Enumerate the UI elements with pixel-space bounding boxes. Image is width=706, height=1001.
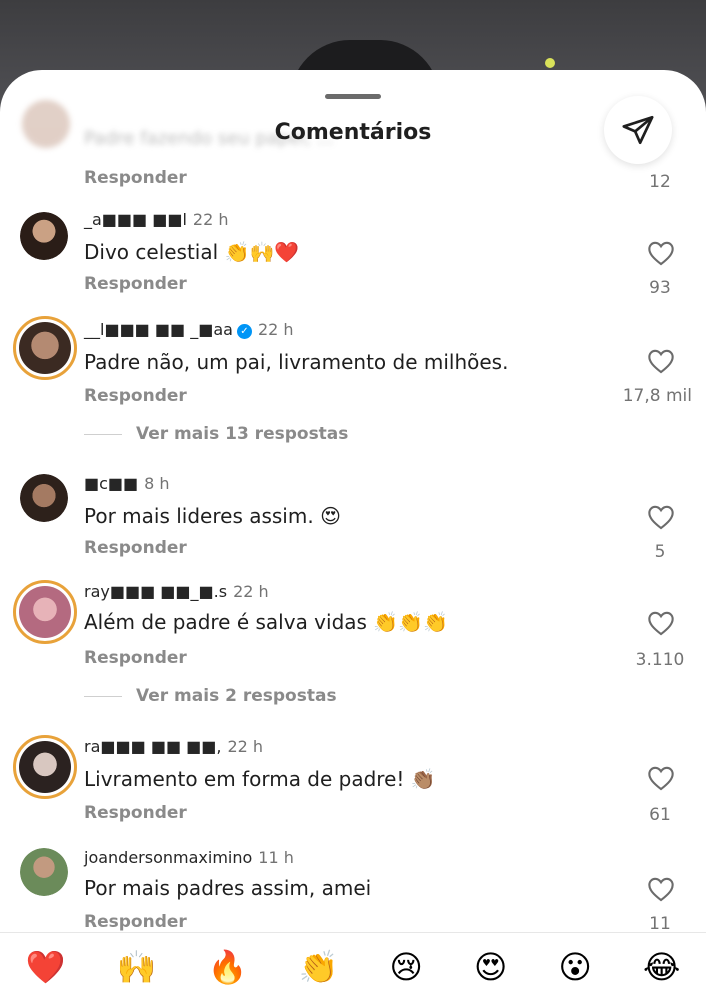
heart-outline-icon[interactable]	[647, 610, 675, 636]
heart-outline-icon[interactable]	[647, 876, 675, 902]
like-count: 93	[649, 278, 671, 298]
comment-time: 22 h	[192, 210, 229, 229]
comment-text: Padre não, um pai, livramento de milhões…	[84, 350, 509, 374]
avatar[interactable]	[13, 316, 77, 380]
reaction-cry-emoji[interactable]: 😢	[390, 948, 423, 986]
reaction-fire-emoji[interactable]: 🔥	[208, 948, 248, 986]
heart-outline-icon[interactable]	[647, 348, 675, 374]
comment-text: Além de padre é salva vidas 👏👏👏	[84, 610, 449, 634]
verified-badge-icon: ✓	[236, 324, 252, 339]
comment-time: 11 h	[258, 848, 294, 867]
paper-plane-icon	[622, 115, 654, 145]
heart-outline-icon[interactable]	[647, 504, 675, 530]
reply-button[interactable]: Responder	[84, 274, 187, 294]
like-count: 11	[649, 914, 671, 934]
like-count: 61	[649, 805, 671, 825]
like-count: 12	[649, 172, 671, 192]
avatar[interactable]	[20, 848, 68, 896]
comment-username[interactable]: __l■■■ ■■ _■aa	[84, 320, 233, 339]
sheet-title: Comentários	[274, 120, 432, 145]
reply-button[interactable]: Responder	[84, 648, 187, 668]
reaction-surprised-emoji[interactable]: 😮	[559, 948, 592, 986]
comment-text: Por mais padres assim, amei	[84, 876, 372, 900]
sheet-drag-handle[interactable]	[325, 94, 381, 99]
comment-time: 22 h	[233, 582, 269, 601]
video-background-dot	[545, 58, 555, 68]
reaction-laugh-emoji[interactable]: 😂	[643, 948, 680, 986]
avatar[interactable]	[20, 474, 68, 522]
avatar[interactable]	[13, 735, 77, 799]
comment-text: Divo celestial 👏🙌❤️	[84, 240, 300, 264]
reaction-bar: ❤️ 🙌 🔥 👏 😢 😍 😮 😂	[0, 932, 706, 1001]
view-more-replies-label: Ver mais 2 respostas	[136, 686, 337, 706]
heart-outline-icon[interactable]	[647, 240, 675, 266]
reply-button[interactable]: Responder	[84, 538, 187, 558]
view-more-replies-label: Ver mais 13 respostas	[136, 424, 349, 444]
comment-username[interactable]: ra■■■ ■■ ■■,	[84, 737, 221, 756]
like-count: 5	[654, 542, 666, 562]
view-more-replies[interactable]: Ver mais 13 respostas	[84, 424, 348, 444]
reaction-heart-eyes-emoji[interactable]: 😍	[474, 948, 507, 986]
reply-button[interactable]: Responder	[84, 912, 187, 932]
comment-text: Por mais lideres assim. 😍	[84, 504, 341, 528]
comment-username[interactable]: ray■■■ ■■_■.s	[84, 582, 227, 601]
avatar[interactable]	[13, 580, 77, 644]
reply-button[interactable]: Responder	[84, 803, 187, 823]
comment-time: 8 h	[144, 474, 170, 493]
share-button[interactable]	[604, 96, 672, 164]
view-more-replies[interactable]: Ver mais 2 respostas	[84, 686, 337, 706]
comment-time: 22 h	[227, 737, 264, 756]
comment-username[interactable]: _a■■■ ■■l	[84, 210, 187, 229]
comment-username[interactable]: joandersonmaximino	[84, 848, 252, 867]
reaction-clap-emoji[interactable]: 👏	[299, 948, 339, 986]
heart-outline-icon[interactable]	[647, 765, 675, 791]
comment-time: 22 h	[257, 320, 294, 339]
reply-button[interactable]: Responder	[84, 168, 187, 188]
like-count: 3.110	[635, 650, 685, 670]
like-count: 17,8 mil	[622, 386, 692, 406]
comment-username[interactable]: ■c■■	[84, 474, 138, 493]
comment-text: Livramento em forma de padre! 👏🏽	[84, 767, 436, 791]
reaction-raised-hands-emoji[interactable]: 🙌	[117, 948, 157, 986]
avatar[interactable]	[20, 212, 68, 260]
reaction-heart-emoji[interactable]: ❤️	[26, 948, 66, 986]
reply-button[interactable]: Responder	[84, 386, 187, 406]
comments-sheet: Padre fazendo seu papel, ... Comentários…	[0, 70, 706, 1000]
